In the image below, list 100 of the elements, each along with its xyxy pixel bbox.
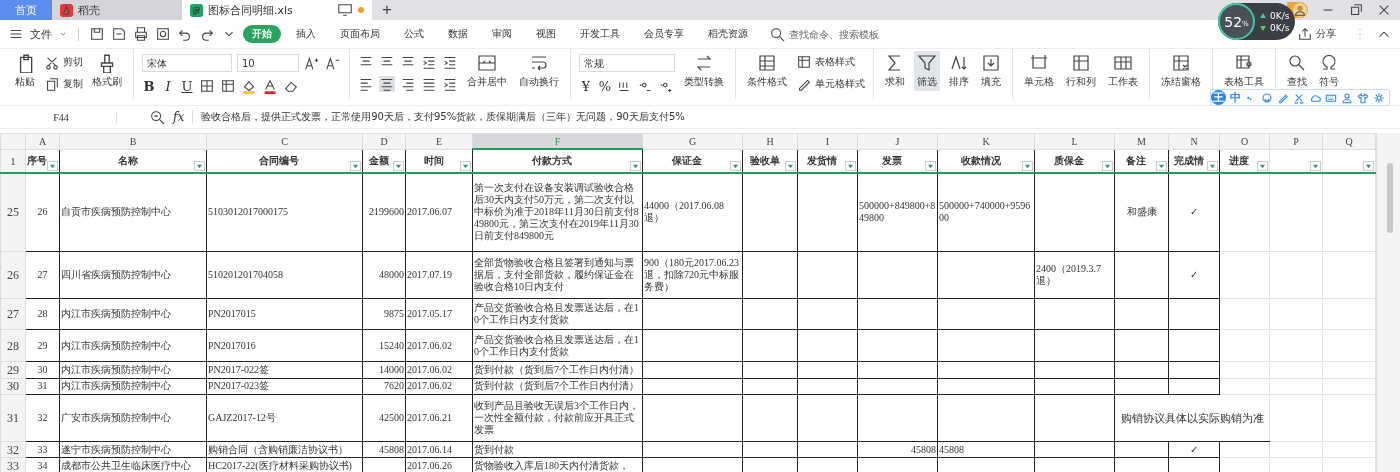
file-menu[interactable]: 文件: [30, 26, 52, 42]
row-header[interactable]: 27: [0, 298, 26, 330]
column-header[interactable]: A: [25, 133, 60, 149]
row-column-button[interactable]: 行和列: [1063, 51, 1099, 91]
function-button[interactable]: fx: [173, 110, 185, 124]
freeze-panes-button[interactable]: 冻结窗格: [1158, 51, 1204, 91]
cell-text: 货到付款: [474, 443, 514, 455]
currency-button[interactable]: ¥: [579, 78, 593, 94]
filter-button[interactable]: 筛选: [914, 51, 940, 91]
fill-button[interactable]: 填充: [978, 51, 1004, 91]
row-header[interactable]: 31: [0, 394, 26, 442]
row-header[interactable]: 25: [0, 173, 26, 252]
cell-text: 26: [37, 206, 48, 218]
sum-button[interactable]: 求和: [882, 51, 908, 91]
name-box[interactable]: F44: [6, 111, 117, 123]
ribbon-tab[interactable]: 审阅: [483, 25, 521, 43]
ribbon-tab[interactable]: 开发工具: [571, 25, 629, 43]
ribbon-tab[interactable]: 页面布局: [331, 25, 389, 43]
row-header[interactable]: 28: [0, 329, 26, 362]
column-header[interactable]: I: [797, 133, 858, 149]
column-header[interactable]: G: [642, 133, 743, 149]
table-style-button[interactable]: 表格样式: [796, 54, 865, 70]
column-header[interactable]: Q: [1322, 133, 1376, 149]
cell-style-button[interactable]: 单元格样式: [796, 76, 865, 92]
cell-text: 7620: [384, 380, 404, 392]
cell-text: 货物验收入库后180天内付清货款，: [474, 460, 629, 472]
cell-text: 2017.06.26: [407, 460, 452, 472]
column-header[interactable]: N: [1168, 133, 1220, 149]
row-header[interactable]: 26: [0, 251, 26, 299]
cell-text: 2017.06.02: [407, 363, 452, 375]
column-header[interactable]: D: [362, 133, 406, 149]
cell-text: 全部货物验收合格且签署到通知与票据后，支付全部货款，履约保证金在验收合格10日内支付: [474, 256, 634, 292]
cell-text: 900（180元2017.06.23退，扣除720元中标服务费）: [644, 256, 739, 292]
ribbon-tab[interactable]: 视图: [527, 25, 565, 43]
cell-text: 9875: [384, 307, 404, 319]
column-title: 备注: [1126, 154, 1146, 166]
cell-text: 2017.06.21: [407, 412, 452, 423]
cell-text: 500000+740000+959600: [939, 200, 1031, 224]
column-title: 收款情况: [960, 154, 1001, 166]
cell-text: 四川省疾病预防控制中心: [61, 268, 171, 280]
table-tools-button[interactable]: 表格工具: [1221, 51, 1267, 91]
cell-text: 内江市疾病预防控制中心: [61, 339, 171, 351]
ribbon-tab[interactable]: 公式: [395, 25, 433, 43]
column-header[interactable]: B: [59, 133, 207, 149]
cell-text: 48000: [379, 268, 404, 280]
font-dropdown[interactable]: 宋体: [142, 54, 232, 72]
cell-text: 货到付款（货到后7个工作日内付清）: [474, 363, 639, 375]
column-header[interactable]: E: [405, 133, 473, 149]
type-convert-button[interactable]: 类型转换: [681, 51, 727, 91]
formula-field[interactable]: 验收合格后，提供正式发票，正常使用90天后，支付95%货款，质保期满后（三年）无问题，90天后支付5%: [192, 110, 1400, 124]
document-tab[interactable]: 稻壳: [52, 0, 182, 20]
ime-logo[interactable]: 王: [1211, 90, 1226, 105]
column-header[interactable]: L: [1034, 133, 1115, 149]
conditional-format-button[interactable]: 条件格式: [744, 51, 790, 91]
share-button[interactable]: 分享: [1297, 26, 1336, 42]
symbol-button[interactable]: 符号: [1316, 51, 1342, 91]
find-button[interactable]: 查找: [1284, 51, 1310, 91]
cell-text: 34: [37, 460, 48, 472]
new-tab-button[interactable]: +: [372, 0, 402, 20]
column-header[interactable]: C: [206, 133, 363, 149]
ime-mode-button[interactable]: 中: [1230, 90, 1241, 105]
cell-text: 2400（2019.3.7退）: [1036, 262, 1101, 286]
format-toggle[interactable]: U: [180, 78, 194, 94]
format-toggle[interactable]: B: [142, 78, 156, 94]
sort-button[interactable]: 排序: [946, 51, 972, 91]
cell-text: 27: [37, 268, 48, 280]
font-size-dropdown[interactable]: 10: [237, 54, 299, 72]
cell-text: 遂宁市疾病预防控制中心: [61, 443, 171, 455]
column-title: 完成情: [1173, 154, 1204, 166]
wrap-text-button[interactable]: 自动换行: [516, 51, 562, 91]
merge-center-button[interactable]: 合并居中: [464, 51, 510, 91]
command-search-field[interactable]: 查找命令、搜索模板: [769, 26, 921, 42]
cell-text: 510201201704058: [208, 268, 283, 280]
copy-button[interactable]: 复制: [44, 76, 83, 92]
percent-button[interactable]: %: [598, 78, 612, 94]
cell-text: PN2017-022签: [208, 363, 270, 375]
number-format-dropdown[interactable]: 常规: [579, 54, 675, 72]
cut-button[interactable]: 剪切: [44, 54, 83, 70]
cell-button[interactable]: 单元格: [1021, 51, 1057, 91]
column-header[interactable]: J: [857, 133, 938, 149]
column-header[interactable]: H: [742, 133, 798, 149]
row-header[interactable]: 1: [0, 149, 26, 173]
paste-button[interactable]: 粘贴: [12, 51, 38, 91]
column-title: 名称: [117, 154, 138, 166]
ribbon-tab[interactable]: 会员专享: [635, 25, 693, 43]
format-painter-button[interactable]: 格式刷: [89, 51, 125, 91]
ribbon-tab[interactable]: 稻壳资源: [699, 25, 757, 43]
cell-text: 29: [37, 339, 48, 351]
document-tab[interactable]: 图标合同明细.xls: [182, 0, 372, 20]
column-header[interactable]: M: [1114, 133, 1169, 149]
ribbon-tab[interactable]: 数据: [439, 25, 477, 43]
column-header[interactable]: O: [1219, 133, 1270, 149]
worksheet-button[interactable]: 工作表: [1105, 51, 1141, 91]
download-rate: 0K/s: [1260, 22, 1290, 33]
column-title: 进度: [1229, 154, 1249, 166]
column-header[interactable]: P: [1269, 133, 1323, 149]
ribbon-tab[interactable]: 插入: [287, 25, 325, 43]
column-title: 保证金: [672, 154, 702, 166]
column-header[interactable]: K: [937, 133, 1035, 149]
format-toggle[interactable]: I: [161, 78, 175, 94]
